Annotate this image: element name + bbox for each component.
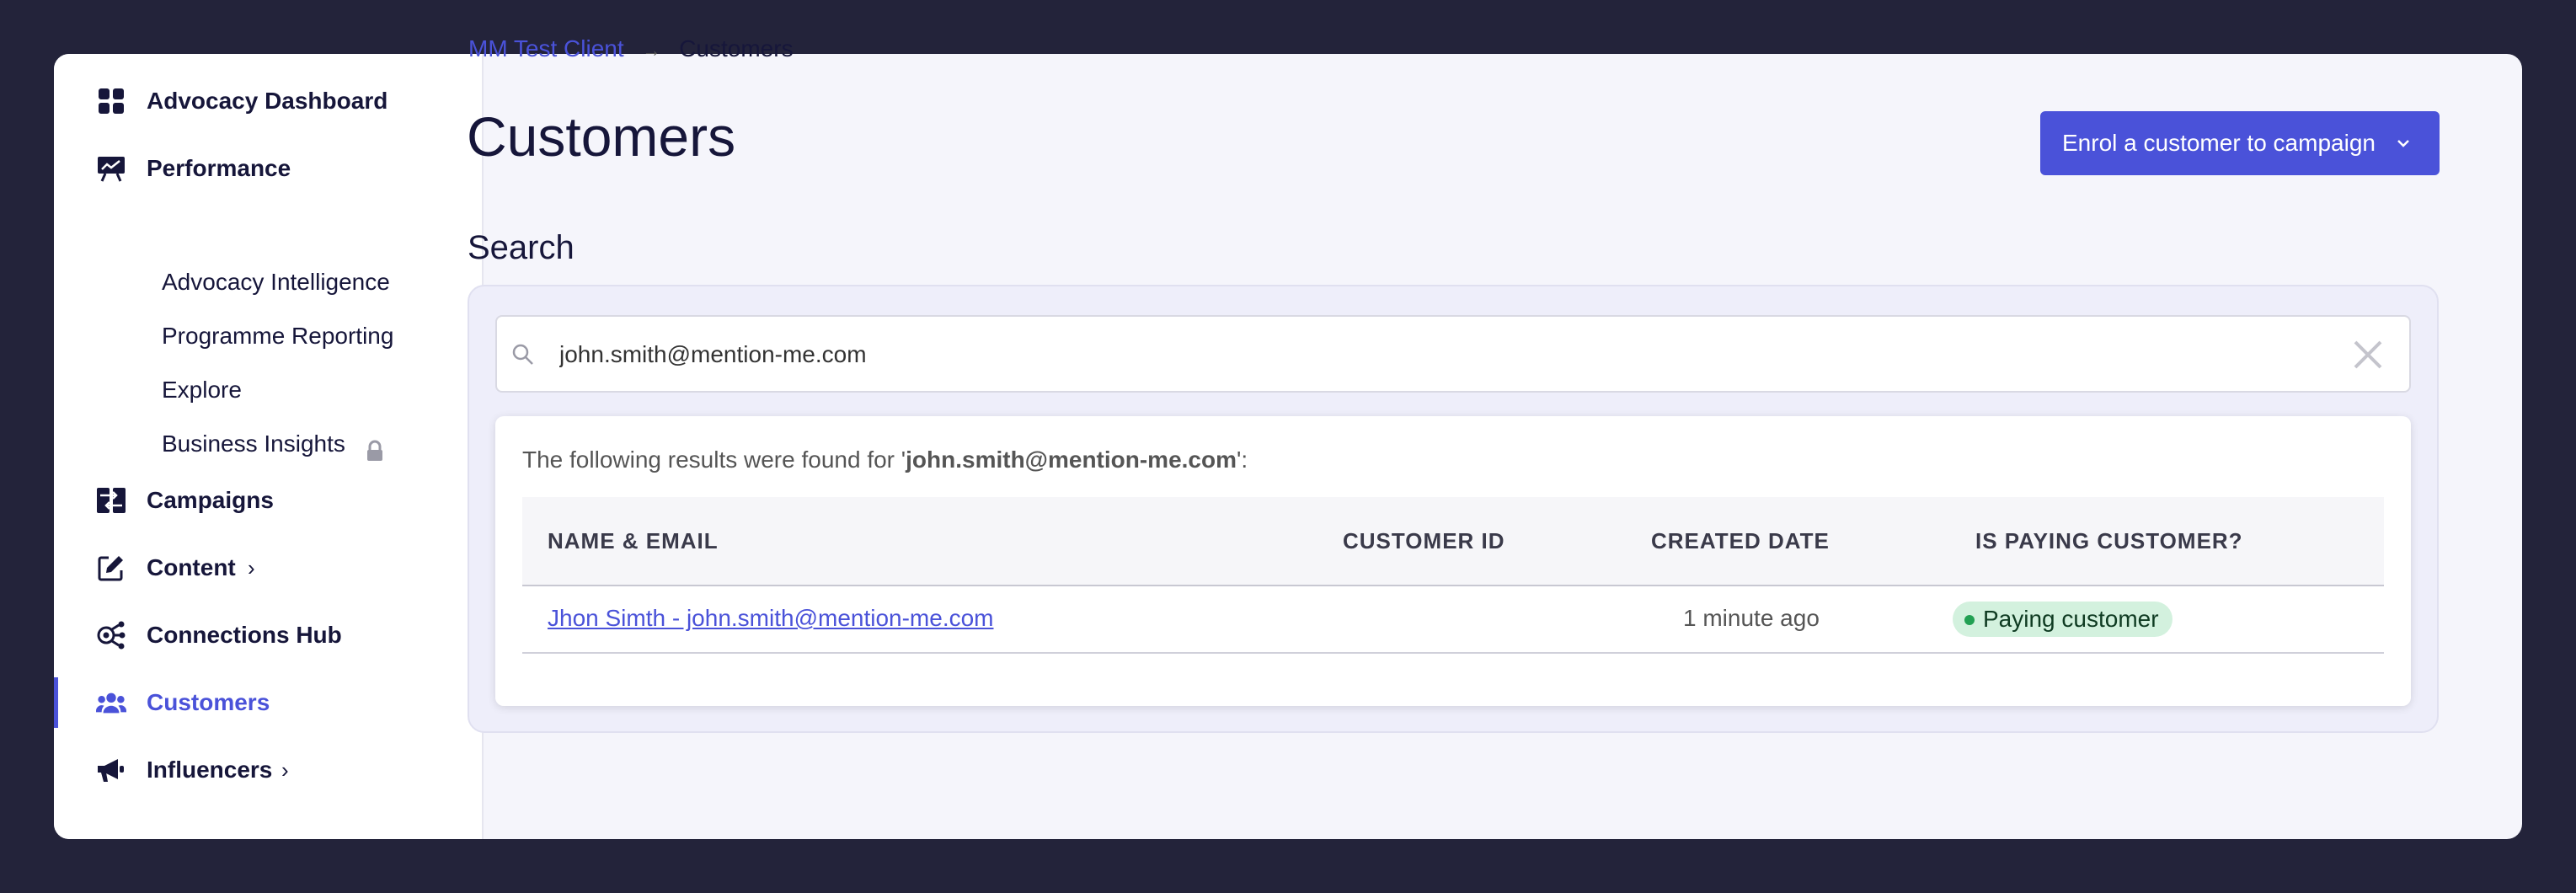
megaphone-icon — [96, 757, 126, 783]
sidebar-subitem-explore[interactable]: Explore — [162, 369, 242, 411]
sidebar-item-label: Advocacy Dashboard — [147, 88, 388, 114]
column-header-paying[interactable]: IS PAYING CUSTOMER? — [1975, 497, 2243, 585]
sidebar-item-label: Content — [147, 554, 236, 580]
sidebar-subitem-programme-reporting[interactable]: Programme Reporting — [162, 315, 393, 357]
search-section-title: Search — [468, 229, 575, 266]
table-header: NAME & EMAIL CUSTOMER ID CREATED DATE IS… — [522, 497, 2384, 586]
sidebar-item-influencers[interactable]: Influencers › — [54, 745, 482, 795]
enrol-button-label: Enrol a customer to campaign — [2062, 130, 2376, 156]
sidebar-subitem-advocacy-intelligence[interactable]: Advocacy Intelligence — [162, 261, 390, 303]
sidebar-subitem-business-insights[interactable]: Business Insights — [162, 423, 386, 465]
enrol-customer-button[interactable]: Enrol a customer to campaign — [2040, 111, 2440, 175]
paying-status-badge: Paying customer — [1953, 602, 2172, 637]
sidebar-item-campaigns[interactable]: Campaigns — [54, 475, 482, 526]
breadcrumb-current: Customers — [679, 35, 794, 61]
arrow-right-icon: → — [642, 40, 661, 61]
sidebar-item-performance[interactable]: Performance — [54, 143, 482, 194]
results-query: john.smith@mention-me.com — [906, 446, 1237, 473]
sidebar-item-customers[interactable]: Customers — [54, 677, 482, 728]
edit-icon — [96, 555, 126, 581]
breadcrumb: MM Test Client → Customers — [468, 32, 794, 67]
breadcrumb-link-client[interactable]: MM Test Client — [468, 35, 624, 61]
hub-icon — [96, 621, 126, 650]
users-icon — [96, 690, 126, 715]
results-prefix: The following results were found for ' — [522, 446, 906, 473]
column-header-name-email[interactable]: NAME & EMAIL — [548, 497, 719, 585]
chevron-right-icon: › — [281, 757, 289, 783]
lock-icon — [364, 433, 386, 461]
sidebar: Advocacy Dashboard Performance Advocacy … — [54, 54, 484, 839]
column-header-customer-id[interactable]: CUSTOMER ID — [1343, 497, 1505, 585]
page-title: Customers — [467, 105, 736, 168]
sidebar-item-label: Connections Hub — [147, 622, 342, 648]
search-icon — [512, 344, 533, 365]
search-box — [495, 315, 2411, 393]
exchange-icon — [96, 488, 126, 513]
created-date-cell: 1 minute ago — [1683, 605, 1820, 631]
results-suffix: ': — [1237, 446, 1248, 473]
chevron-down-icon — [2397, 140, 2409, 147]
sidebar-item-connections-hub[interactable]: Connections Hub — [54, 610, 482, 660]
chevron-right-icon: › — [248, 555, 255, 580]
column-header-created-date[interactable]: CREATED DATE — [1651, 497, 1830, 585]
sidebar-item-label: Customers — [147, 689, 270, 715]
sidebar-item-advocacy-dashboard[interactable]: Advocacy Dashboard — [54, 76, 482, 126]
results-summary: The following results were found for 'jo… — [522, 443, 1248, 477]
sidebar-subitem-label: Business Insights — [162, 430, 345, 457]
grid-icon — [96, 88, 126, 114]
sidebar-item-label: Performance — [147, 155, 291, 181]
customer-link[interactable]: Jhon Simth - john.smith@mention-me.com — [548, 585, 994, 652]
sidebar-item-label: Influencers — [147, 757, 273, 783]
sidebar-item-content[interactable]: Content › — [54, 543, 482, 593]
search-input[interactable] — [558, 317, 2330, 393]
presentation-chart-icon — [96, 156, 126, 182]
sidebar-item-label: Campaigns — [147, 487, 274, 513]
close-icon[interactable] — [2352, 339, 2384, 371]
table-row: Jhon Simth - john.smith@mention-me.com 1… — [522, 585, 2384, 654]
